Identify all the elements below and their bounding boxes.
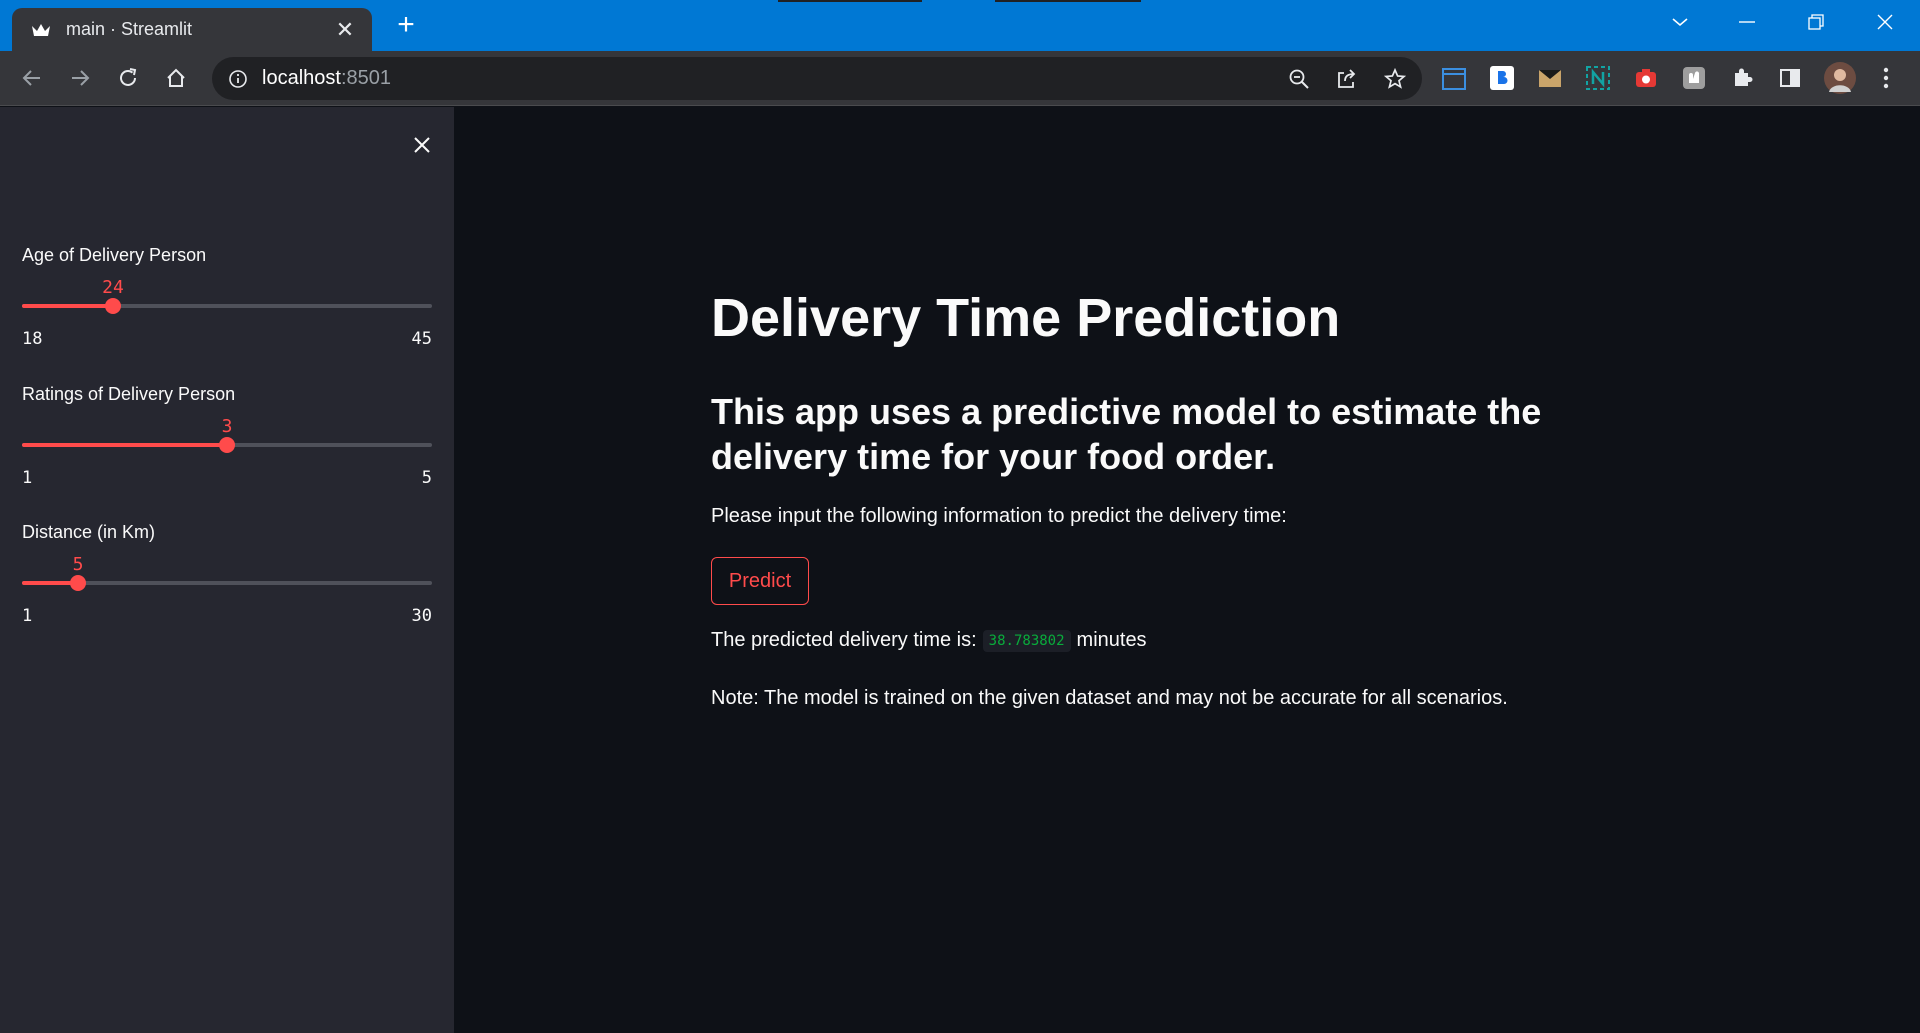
forward-icon[interactable] [62,60,98,96]
slider-min: 1 [22,606,33,626]
site-info-icon[interactable] [226,67,250,91]
slider-thumb[interactable] [219,437,235,453]
browser-titlebar: main · Streamlit ✕ + [0,0,1920,51]
share-icon[interactable] [1333,65,1361,93]
home-icon[interactable] [158,60,194,96]
page-subtitle: This app uses a predictive model to esti… [711,391,1542,477]
slider-min: 18 [22,329,43,349]
back-icon[interactable] [14,60,50,96]
slider-thumb[interactable] [105,298,121,314]
extension-puzzle-app-icon[interactable] [1680,64,1708,92]
extensions-puzzle-icon[interactable] [1728,64,1756,92]
side-panel-icon[interactable] [1776,64,1804,92]
tab-search-icon[interactable] [1660,6,1700,38]
slider-track[interactable] [22,298,432,314]
restore-icon[interactable] [1796,6,1836,38]
extension-mail-icon[interactable] [1536,64,1564,92]
bookmark-star-icon[interactable] [1381,65,1409,93]
slider-label: Ratings of Delivery Person [22,384,236,404]
reload-icon[interactable] [110,60,146,96]
prediction-result: The predicted delivery time is: 38.78380… [711,629,1147,652]
slider-value: 3 [221,416,233,437]
minimize-icon[interactable] [1727,6,1767,38]
extension-calendar-icon[interactable] [1440,64,1468,92]
window-edge-decoration [778,0,922,2]
predict-button[interactable]: Predict [711,557,809,605]
slider-value: 5 [72,554,84,575]
sidebar: Age of Delivery Person 24 18 45 Ratings … [0,107,454,1033]
page-title: Delivery Time Prediction [711,288,1341,348]
slider-thumb[interactable] [70,575,86,591]
result-suffix: minutes [1076,629,1147,651]
browser-toolbar: localhost:8501 [0,51,1920,106]
extension-n-icon[interactable] [1584,64,1612,92]
url-host: localhost [262,67,341,89]
slider-max: 5 [421,468,432,488]
slider-max: 30 [411,606,432,626]
slider-label: Distance (in Km) [22,522,156,542]
new-tab-button[interactable]: + [390,10,422,42]
main-area: Delivery Time Prediction This app uses a… [454,107,1920,1033]
address-bar[interactable]: localhost:8501 [212,57,1422,100]
window-edge-decoration [995,0,1141,2]
tab-title: main · Streamlit [66,19,193,39]
result-prefix: The predicted delivery time is: [711,629,977,651]
browser-tab[interactable]: main · Streamlit ✕ [12,8,372,51]
streamlit-crown-icon [30,19,52,41]
browser-menu-icon[interactable] [1872,64,1900,92]
slider-fill [22,443,227,447]
close-window-icon[interactable] [1865,6,1905,38]
slider-max: 45 [411,329,432,349]
slider-label: Age of Delivery Person [22,245,207,265]
note-text: Note: The model is trained on the given … [711,687,1508,709]
zoom-icon[interactable] [1285,65,1313,93]
slider-track[interactable] [22,575,432,591]
slider-fill [22,304,113,308]
sidebar-close-icon[interactable] [406,129,438,161]
extension-camera-icon[interactable] [1632,64,1660,92]
url-text: localhost:8501 [262,67,391,90]
url-port: :8501 [340,67,391,89]
result-value: 38.783802 [982,629,1071,652]
slider-min: 1 [22,468,33,488]
slider-track[interactable] [22,437,432,453]
slider-value: 24 [102,277,124,298]
tab-close-icon[interactable]: ✕ [332,18,358,41]
instructions-text: Please input the following information t… [711,505,1287,527]
extension-b-icon[interactable] [1488,64,1516,92]
profile-avatar[interactable] [1824,62,1856,94]
